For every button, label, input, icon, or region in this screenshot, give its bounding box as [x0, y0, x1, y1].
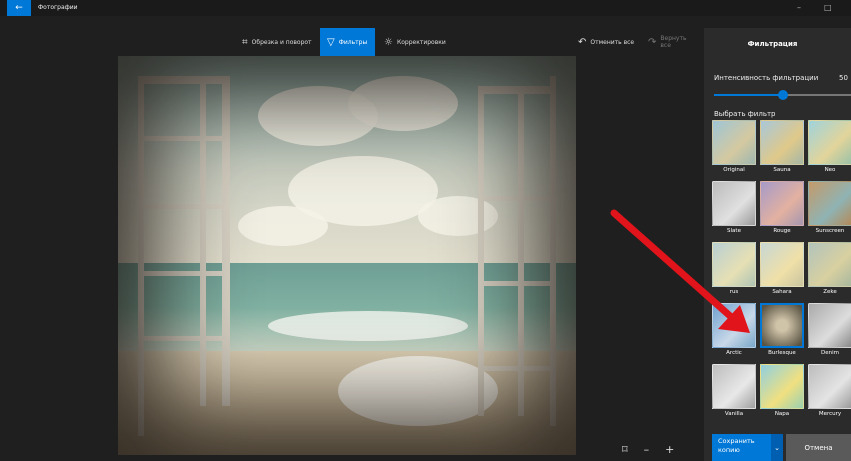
filter-mercury[interactable]: Mercury [808, 364, 851, 421]
filter-denim[interactable]: Denim [808, 303, 851, 360]
filter-name: Rouge [773, 228, 791, 234]
filter-thumbnail [712, 303, 756, 348]
zoom-in-button[interactable]: + [665, 443, 674, 456]
back-button[interactable]: ← [7, 0, 31, 16]
intensity-slider[interactable] [714, 90, 851, 100]
filter-name: rus [729, 289, 739, 295]
beach-window-photo [118, 56, 576, 455]
filter-thumbnail [760, 181, 804, 226]
undo-all-label: Отменить все [590, 38, 635, 46]
filter-sahara[interactable]: Sahara [760, 242, 804, 299]
filter-name: Original [723, 167, 745, 173]
filter-name: Mercury [818, 411, 842, 417]
filter-icon: ▽ [327, 36, 335, 48]
filter-thumbnail [808, 181, 851, 226]
filter-thumbnail [712, 120, 756, 165]
filter-name: Vanilla [724, 411, 744, 417]
filter-slate[interactable]: Slate [712, 181, 756, 238]
filter-name: Napa [774, 411, 790, 417]
filter-sauna[interactable]: Sauna [760, 120, 804, 177]
filter-burlesque[interactable]: Burlesque [760, 303, 804, 360]
panel-title: Фильтрация [747, 40, 798, 48]
back-arrow-icon: ← [15, 3, 23, 13]
redo-icon: ↷ [648, 36, 657, 48]
filter-arctic[interactable]: Arctic [712, 303, 756, 360]
filter-thumbnail [712, 242, 756, 287]
slider-fill [714, 94, 783, 96]
title-bar: ← Фотографии – □ [0, 0, 851, 16]
crop-icon: ⌗ [242, 36, 248, 48]
adjustments-label: Корректировки [396, 38, 446, 46]
filter-thumbnail [760, 120, 804, 165]
filter-thumbnail [808, 364, 851, 409]
intensity-label: Интенсивность фильтрации [714, 74, 819, 82]
filter-thumbnail [760, 364, 804, 409]
crop-rotate-tab[interactable]: ⌗ Обрезка и поворот [235, 28, 319, 56]
filter-name: Sahara [772, 289, 792, 295]
undo-all-button[interactable]: ↶ Отменить все [571, 28, 641, 56]
filter-thumbnail [808, 303, 851, 348]
filter-name: Sunscreen [815, 228, 845, 234]
zoom-controls: ⌑ – + [616, 440, 681, 458]
filter-neo[interactable]: Neo [808, 120, 851, 177]
filter-napa[interactable]: Napa [760, 364, 804, 421]
choose-filter-label: Выбрать фильтр [714, 110, 776, 118]
chevron-down-icon: ⌄ [774, 443, 780, 452]
filter-rus[interactable]: rus [712, 242, 756, 299]
filter-vanilla[interactable]: Vanilla [712, 364, 756, 421]
filter-original[interactable]: Original [712, 120, 756, 177]
fit-to-window-icon[interactable]: ⌑ [622, 443, 628, 456]
filter-name: Burlesque [768, 350, 796, 356]
cancel-button[interactable]: Отмена [786, 434, 851, 461]
zoom-out-button[interactable]: – [644, 443, 650, 456]
filter-thumbnail [712, 364, 756, 409]
filter-name: Slate [727, 228, 741, 234]
redo-all-label: Вернуть все [660, 35, 687, 49]
slider-thumb[interactable] [777, 90, 788, 100]
filter-thumbnail [760, 242, 804, 287]
filter-thumbnail [712, 181, 756, 226]
adjustments-tab[interactable]: ☼ Корректировки [377, 28, 453, 56]
filter-sunscreen[interactable]: Sunscreen [808, 181, 851, 238]
filter-name: Sauna [773, 167, 791, 173]
app-title: Фотографии [38, 4, 78, 11]
maximize-button[interactable]: □ [824, 3, 832, 12]
undo-icon: ↶ [578, 36, 587, 48]
intensity-value: 50 [839, 74, 848, 82]
filter-name: Arctic [726, 350, 742, 356]
crop-rotate-label: Обрезка и поворот [251, 38, 312, 46]
filter-name: Denim [821, 350, 839, 356]
save-dropdown-button[interactable]: ⌄ [771, 434, 783, 461]
filter-thumbnail [760, 303, 804, 348]
minimize-button[interactable]: – [797, 3, 801, 12]
brightness-icon: ☼ [384, 36, 393, 48]
filters-tab[interactable]: ▽ Фильтры [320, 28, 375, 56]
filter-panel: Фильтрация Интенсивность фильтрации 50 В… [704, 28, 851, 461]
filter-name: Neo [824, 167, 836, 173]
filter-name: Zeke [823, 289, 837, 295]
filter-zeke[interactable]: Zeke [808, 242, 851, 299]
filters-label: Фильтры [338, 38, 368, 46]
photo-canvas[interactable] [118, 56, 576, 455]
filter-thumbnail [808, 242, 851, 287]
filter-rouge[interactable]: Rouge [760, 181, 804, 238]
filter-thumbnail [808, 120, 851, 165]
edit-toolbar: ⌗ Обрезка и поворот ▽ Фильтры ☼ Корректи… [0, 28, 700, 56]
redo-all-button[interactable]: ↷ Вернуть все [641, 28, 700, 56]
